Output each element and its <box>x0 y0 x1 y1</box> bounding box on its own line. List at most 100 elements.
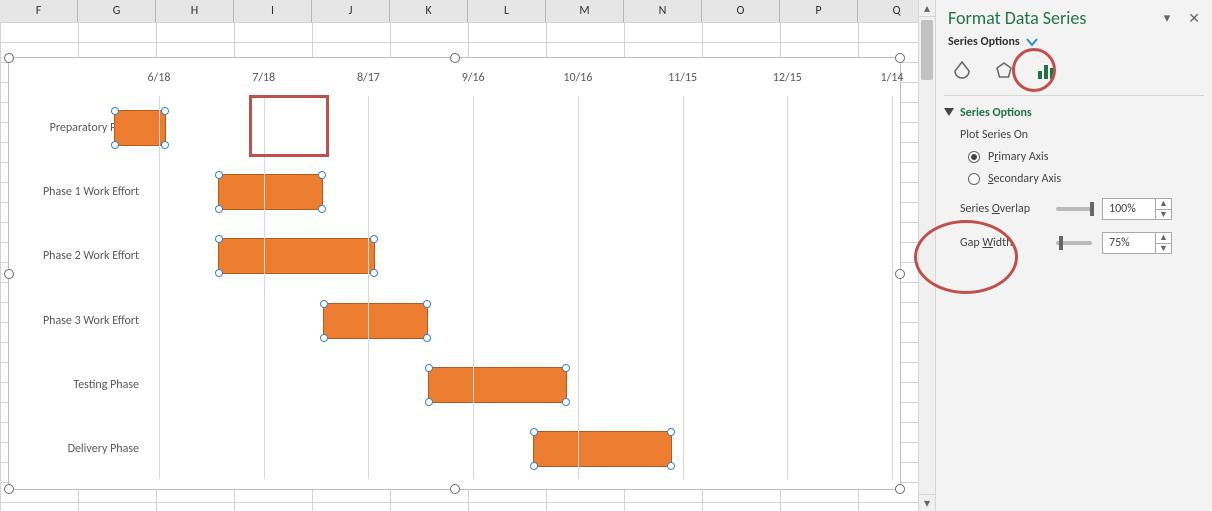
series-selection-handle[interactable] <box>161 107 169 115</box>
series-selection-handle[interactable] <box>370 269 378 277</box>
series-selection-handle[interactable] <box>320 334 328 342</box>
series-selection-handle[interactable] <box>423 300 431 308</box>
series-selection-handle[interactable] <box>562 398 570 406</box>
series-selection-handle[interactable] <box>530 462 538 470</box>
series-selection-handle[interactable] <box>318 171 326 179</box>
bars-zone: Preparatory PhasePhase 1 Work EffortPhas… <box>159 96 890 479</box>
series-overlap-spinner[interactable]: 100% ▲▼ <box>1102 198 1172 220</box>
series-overlap-value: 100% <box>1103 199 1155 219</box>
y-axis-category-label: Phase 3 Work Effort <box>9 289 149 353</box>
series-selection-handle[interactable] <box>320 300 328 308</box>
data-bar[interactable] <box>218 238 375 274</box>
series-selection-handle[interactable] <box>111 107 119 115</box>
column-headers: FGHIJKLMNOPQ <box>0 0 935 22</box>
pane-title: Format Data Series <box>948 7 1086 29</box>
column-header[interactable]: M <box>546 0 624 22</box>
series-selection-handle[interactable] <box>425 398 433 406</box>
column-header[interactable]: K <box>390 0 468 22</box>
column-header[interactable]: H <box>156 0 234 22</box>
series-selection-handle[interactable] <box>667 462 675 470</box>
vertical-scrollbar[interactable]: ▴ ▾ <box>918 0 935 511</box>
scroll-down-button[interactable]: ▾ <box>919 494 935 511</box>
fill-and-line-icon[interactable] <box>948 57 976 85</box>
series-selection-handle[interactable] <box>530 428 538 436</box>
column-header[interactable]: L <box>468 0 546 22</box>
vertical-gridline <box>892 96 893 479</box>
chevron-down-icon <box>1026 37 1038 47</box>
close-icon[interactable]: ✕ <box>1188 10 1200 27</box>
secondary-axis-label: Secondary Axis <box>988 172 1061 186</box>
group-header-series-options[interactable]: Series Options <box>936 104 1212 126</box>
series-options-icon[interactable] <box>1032 57 1060 85</box>
spin-down-icon[interactable]: ▼ <box>1156 244 1171 254</box>
series-selection-handle[interactable] <box>423 334 431 342</box>
data-bar[interactable] <box>323 303 428 339</box>
gap-width-spinner[interactable]: 75% ▲▼ <box>1102 232 1172 254</box>
column-header[interactable]: N <box>624 0 702 22</box>
series-selection-handle[interactable] <box>370 235 378 243</box>
spreadsheet-area: FGHIJKLMNOPQ 6/18 7/18 8/17 9/16 10/16 11/15 1… <box>0 0 935 511</box>
gap-width-value: 75% <box>1103 233 1155 253</box>
effects-icon[interactable] <box>990 57 1018 85</box>
vertical-gridline <box>368 96 369 479</box>
primary-axis-radio[interactable]: Primary Axis <box>960 148 1200 170</box>
column-header[interactable]: J <box>312 0 390 22</box>
column-header[interactable]: G <box>78 0 156 22</box>
plot-series-on-label: Plot Series On <box>960 126 1200 148</box>
series-selection-handle[interactable] <box>215 205 223 213</box>
x-axis-labels: 6/187/188/179/1610/1611/1512/151/14 <box>159 71 890 91</box>
column-header[interactable]: O <box>702 0 780 22</box>
vertical-gridline <box>264 96 265 479</box>
series-selection-handle[interactable] <box>111 141 119 149</box>
column-header[interactable]: F <box>0 0 78 22</box>
pane-menu-icon[interactable]: ▾ <box>1164 11 1171 26</box>
collapse-triangle-icon <box>944 108 954 118</box>
x-axis-tick-label: 9/16 <box>462 71 485 85</box>
x-axis-tick-label: 11/15 <box>668 71 697 85</box>
scroll-thumb[interactable] <box>921 20 933 80</box>
series-overlap-slider[interactable] <box>1056 207 1092 211</box>
y-axis-category-label: Delivery Phase <box>9 417 149 481</box>
primary-axis-label: Primary Axis <box>988 150 1048 164</box>
plot-area[interactable]: 6/187/188/179/1610/1611/1512/151/14 Prep… <box>159 71 890 479</box>
x-axis-tick-label: 8/17 <box>357 71 380 85</box>
gap-width-slider[interactable] <box>1056 241 1092 245</box>
scroll-up-button[interactable]: ▴ <box>919 0 935 17</box>
pane-subheader[interactable]: Series Options <box>936 33 1212 57</box>
x-axis-tick-label: 10/16 <box>563 71 592 85</box>
column-header[interactable]: I <box>234 0 312 22</box>
series-selection-handle[interactable] <box>562 364 570 372</box>
series-selection-handle[interactable] <box>215 235 223 243</box>
gap-width-row: Gap Width 75% ▲▼ <box>960 226 1200 260</box>
spin-up-icon[interactable]: ▲ <box>1156 233 1171 244</box>
divider <box>944 95 1204 96</box>
x-axis-tick-label: 12/15 <box>773 71 802 85</box>
series-selection-handle[interactable] <box>215 171 223 179</box>
vertical-gridline <box>159 96 160 479</box>
data-bar[interactable] <box>533 431 673 467</box>
series-selection-handle[interactable] <box>161 141 169 149</box>
chart-object[interactable]: 6/187/188/179/1610/1611/1512/151/14 Prep… <box>8 57 901 490</box>
series-selection-handle[interactable] <box>667 428 675 436</box>
x-axis-tick-label: 6/18 <box>148 71 171 85</box>
secondary-axis-radio[interactable]: Secondary Axis <box>960 170 1200 192</box>
option-category-icons <box>936 57 1212 95</box>
x-axis-tick-label: 7/18 <box>252 71 275 85</box>
series-selection-handle[interactable] <box>215 269 223 277</box>
series-overlap-label: Series Overlap <box>960 202 1046 216</box>
column-header[interactable]: P <box>780 0 858 22</box>
data-bar[interactable] <box>428 367 568 403</box>
chart-row: Delivery Phase <box>9 417 890 481</box>
series-overlap-row: Series Overlap 100% ▲▼ <box>960 192 1200 226</box>
data-bar[interactable] <box>218 174 323 210</box>
y-axis-category-label: Phase 1 Work Effort <box>9 160 149 224</box>
group-header-label: Series Options <box>960 106 1032 120</box>
gap-width-label: Gap Width <box>960 236 1046 250</box>
series-selection-handle[interactable] <box>318 205 326 213</box>
series-selection-handle[interactable] <box>425 364 433 372</box>
spin-up-icon[interactable]: ▲ <box>1156 199 1171 210</box>
y-axis-category-label: Testing Phase <box>9 353 149 417</box>
vertical-gridline <box>787 96 788 479</box>
format-data-series-pane: Format Data Series ▾ ✕ Series Options Se… <box>935 0 1212 511</box>
spin-down-icon[interactable]: ▼ <box>1156 210 1171 220</box>
